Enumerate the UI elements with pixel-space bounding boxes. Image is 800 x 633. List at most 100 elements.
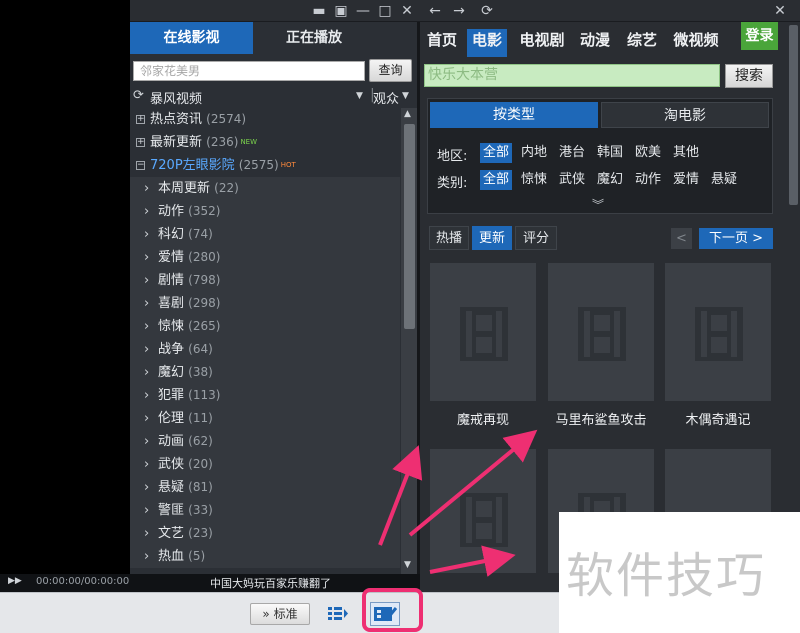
sort-dropdown-icon[interactable]: ▼ xyxy=(402,91,409,101)
sort-tab-hot[interactable]: 热播 xyxy=(429,226,469,250)
poster-thumbnail[interactable] xyxy=(429,262,537,402)
source-select[interactable]: 暴风视频 xyxy=(150,88,202,107)
tree-subitem[interactable]: › 战争 (64) xyxy=(130,338,400,361)
expand-icon[interactable]: + xyxy=(136,138,145,147)
tree-subitem[interactable]: › 科幻 (74) xyxy=(130,223,400,246)
tree-subitem[interactable]: › 热血 (5) xyxy=(130,545,400,568)
poster-title[interactable]: 魔戒再现 xyxy=(424,409,542,428)
refresh-source-icon[interactable]: ⟳ xyxy=(133,88,144,103)
nav-micro-video[interactable]: 微视频 xyxy=(668,29,724,57)
genre-option[interactable]: 爱情 xyxy=(670,170,702,190)
tree-subitem[interactable]: › 本周更新 (22) xyxy=(130,177,400,200)
tree-subitem[interactable]: › 文艺 (23) xyxy=(130,522,400,545)
tree-subitem[interactable]: › 犯罪 (113) xyxy=(130,384,400,407)
tree-subitem[interactable]: › 警匪 (33) xyxy=(130,499,400,522)
expand-icon[interactable]: + xyxy=(136,115,145,124)
scroll-down-icon[interactable]: ▼ xyxy=(404,560,411,570)
tab-now-playing[interactable]: 正在播放 xyxy=(253,22,375,54)
tree-subitem-label: 本周更新 xyxy=(158,181,211,196)
region-option[interactable]: 港台 xyxy=(556,143,588,163)
tree-subitem[interactable]: › 喜剧 (298) xyxy=(130,292,400,315)
tree-subitem-label: 惊悚 xyxy=(158,319,185,334)
nav-variety[interactable]: 综艺 xyxy=(622,29,662,57)
source-row: ⟳ 暴风视频 ▼ | 观众 ▼ xyxy=(130,86,417,108)
chevron-right-icon: › xyxy=(144,204,150,219)
tree-subitem[interactable]: › 武侠 (20) xyxy=(130,453,400,476)
chat-icon[interactable]: ▬ xyxy=(310,2,328,20)
tree-subitem-label: 伦理 xyxy=(158,411,185,426)
right-scrollbar-thumb[interactable] xyxy=(789,25,798,205)
tree-subitem[interactable]: › 剧情 (798) xyxy=(130,269,400,292)
region-option[interactable]: 内地 xyxy=(518,143,550,163)
forward-icon[interactable]: → xyxy=(450,2,468,20)
right-search-input[interactable]: 快乐大本营 xyxy=(424,64,720,87)
skin-icon[interactable]: ▣ xyxy=(332,2,350,20)
chevron-right-icon: › xyxy=(144,411,150,426)
tree-subitem[interactable]: › 动作 (352) xyxy=(130,200,400,223)
genre-option[interactable]: 悬疑 xyxy=(708,170,740,190)
sort-select[interactable]: 观众 xyxy=(373,88,399,107)
chevron-right-icon: › xyxy=(144,342,150,357)
tree-subitem-count: (62) xyxy=(188,434,213,448)
hot-badge: HOT xyxy=(280,161,296,169)
tree-subitem[interactable]: › 爱情 (280) xyxy=(130,246,400,269)
nav-movie[interactable]: 电影 xyxy=(467,29,507,57)
genre-option[interactable]: 魔幻 xyxy=(594,170,626,190)
fast-forward-icon[interactable]: ▶▶ xyxy=(8,576,22,586)
collapse-icon[interactable]: − xyxy=(136,161,145,170)
tree-subitem-label: 剧情 xyxy=(158,273,185,288)
tree-subitem[interactable]: › 悬疑 (81) xyxy=(130,476,400,499)
right-search-button[interactable]: 搜索 xyxy=(725,64,773,88)
nav-tv[interactable]: 电视剧 xyxy=(514,29,570,57)
source-dropdown-icon[interactable]: ▼ xyxy=(356,91,363,101)
genre-option[interactable]: 武侠 xyxy=(556,170,588,190)
login-button[interactable]: 登录 xyxy=(741,22,778,50)
region-option[interactable]: 其他 xyxy=(670,143,702,163)
tree-subitem-count: (23) xyxy=(188,526,213,540)
minimize-icon[interactable]: — xyxy=(354,2,372,20)
maximize-icon[interactable]: □ xyxy=(376,2,394,20)
tree-item-hot-news[interactable]: + 热点资讯 (2574) xyxy=(130,108,400,131)
video-player-area[interactable] xyxy=(0,0,130,574)
tree-subitem[interactable]: › 动画 (62) xyxy=(130,430,400,453)
prev-page-button[interactable]: < xyxy=(671,228,692,249)
tree-item-latest[interactable]: + 最新更新 (236) NEW xyxy=(130,131,400,154)
region-option[interactable]: 韩国 xyxy=(594,143,626,163)
genre-option[interactable]: 全部 xyxy=(480,170,513,190)
standard-mode-button[interactable]: » 标准 xyxy=(250,603,310,625)
tree-item-720p[interactable]: −720P左眼影院 (2575) HOT xyxy=(130,154,400,177)
tab-online-video[interactable]: 在线影视 xyxy=(130,22,253,54)
window-close-icon[interactable]: ✕ xyxy=(771,2,789,20)
scroll-up-icon[interactable]: ▲ xyxy=(404,109,411,119)
list-view-button[interactable] xyxy=(326,603,350,625)
region-label: 地区: xyxy=(437,149,468,164)
region-option[interactable]: 全部 xyxy=(480,143,513,163)
sort-tab-updated[interactable]: 更新 xyxy=(472,226,512,250)
left-search-button[interactable]: 查询 xyxy=(369,59,412,82)
poster-title[interactable]: 马里布鲨鱼攻击 xyxy=(542,409,660,428)
poster-thumbnail[interactable] xyxy=(664,262,772,402)
expand-filters-icon[interactable]: ︾ xyxy=(592,196,604,213)
tree-subitem[interactable]: › 魔幻 (38) xyxy=(130,361,400,384)
filter-tab-tao-movie[interactable]: 淘电影 xyxy=(601,102,769,128)
filter-tab-by-type[interactable]: 按类型 xyxy=(430,102,598,128)
refresh-icon[interactable]: ⟳ xyxy=(478,2,496,20)
nav-home[interactable]: 首页 xyxy=(422,29,462,57)
poster-title[interactable]: 木偶奇遇记 xyxy=(659,409,777,428)
poster-thumbnail[interactable] xyxy=(429,448,537,574)
genre-option[interactable]: 惊悚 xyxy=(518,170,550,190)
left-scrollbar-thumb[interactable] xyxy=(404,124,415,329)
left-search-input[interactable]: 邻家花美男 xyxy=(133,61,365,81)
genre-option[interactable]: 动作 xyxy=(632,170,664,190)
sort-tab-rating[interactable]: 评分 xyxy=(515,226,557,250)
next-page-button[interactable]: 下一页 > xyxy=(699,228,773,249)
tree-subitem[interactable]: › 惊悚 (265) xyxy=(130,315,400,338)
close-icon[interactable]: ✕ xyxy=(398,2,416,20)
region-option[interactable]: 欧美 xyxy=(632,143,664,163)
back-icon[interactable]: ← xyxy=(426,2,444,20)
category-tree: + 热点资讯 (2574) + 最新更新 (236) NEW −720P左眼影院 (2… xyxy=(130,108,400,574)
poster-thumbnail[interactable] xyxy=(547,262,655,402)
news-ticker[interactable]: 中国大妈玩百家乐赚翻了 xyxy=(210,575,331,591)
tree-subitem[interactable]: › 伦理 (11) xyxy=(130,407,400,430)
nav-anime[interactable]: 动漫 xyxy=(575,29,615,57)
